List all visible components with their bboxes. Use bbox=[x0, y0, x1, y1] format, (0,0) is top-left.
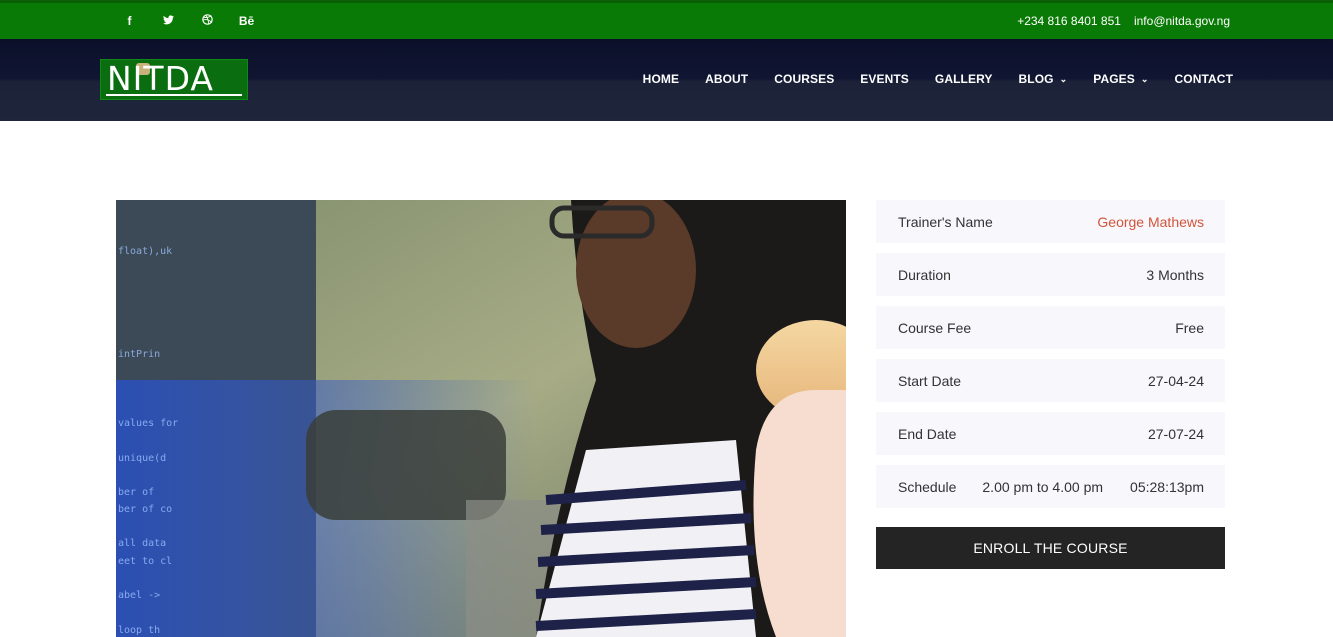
fee-value: Free bbox=[1175, 319, 1204, 336]
trainer-label: Trainer's Name bbox=[898, 213, 993, 230]
trainer-row: Trainer's Name George Mathews bbox=[876, 200, 1225, 243]
schedule-row: Schedule 2.00 pm to 4.00 pm 05:28:13pm bbox=[876, 465, 1225, 508]
nav-pages-label: PAGES bbox=[1093, 72, 1135, 86]
svg-text:ber of: ber of bbox=[118, 487, 154, 498]
nav-about[interactable]: ABOUT bbox=[705, 72, 748, 86]
main-nav: HOME ABOUT COURSES EVENTS GALLERY BLOG ⌄ … bbox=[617, 39, 1233, 119]
svg-text:all data: all data bbox=[118, 538, 166, 549]
end-date-label: End Date bbox=[898, 425, 957, 442]
course-photo-illustration: float),uk intPrin values for unique(d be… bbox=[116, 200, 846, 637]
nav-home-label: HOME bbox=[642, 72, 680, 86]
nav-blog-label: BLOG bbox=[1018, 72, 1054, 86]
svg-text:unique(d: unique(d bbox=[118, 453, 166, 464]
end-date-row: End Date 27-07-24 bbox=[876, 412, 1225, 455]
schedule-label: Schedule bbox=[898, 478, 957, 495]
svg-text:ber of co: ber of co bbox=[118, 504, 172, 515]
start-date-label: Start Date bbox=[898, 372, 962, 389]
dribbble-icon[interactable] bbox=[188, 14, 227, 28]
nitda-logo[interactable]: NITDA bbox=[100, 59, 248, 100]
nav-events-label: EVENTS bbox=[860, 72, 909, 86]
nav-gallery-label: GALLERY bbox=[934, 72, 993, 86]
duration-label: Duration bbox=[898, 266, 951, 283]
site-header: NITDA HOME ABOUT COURSES EVENTS GALLERY … bbox=[0, 39, 1333, 121]
nav-events[interactable]: EVENTS bbox=[860, 72, 909, 86]
nav-pages[interactable]: PAGES ⌄ bbox=[1093, 72, 1148, 86]
contact-info: +234 816 8401 851 info@nitda.gov.ng bbox=[1017, 3, 1230, 39]
svg-text:eet to cl: eet to cl bbox=[118, 556, 172, 567]
chevron-down-icon: ⌄ bbox=[1140, 73, 1149, 84]
chevron-down-icon: ⌄ bbox=[1059, 73, 1068, 84]
end-date-value: 27-07-24 bbox=[1147, 425, 1204, 442]
twitter-icon[interactable] bbox=[149, 14, 188, 28]
nav-home[interactable]: HOME bbox=[643, 72, 679, 86]
duration-row: Duration 3 Months bbox=[876, 253, 1225, 296]
trainer-name[interactable]: George Mathews bbox=[1097, 214, 1204, 230]
nav-contact[interactable]: CONTACT bbox=[1175, 72, 1233, 86]
course-photo: float),uk intPrin values for unique(d be… bbox=[116, 200, 846, 637]
start-date-row: Start Date 27-04-24 bbox=[876, 359, 1225, 402]
duration-value: 3 Months bbox=[1146, 266, 1204, 283]
schedule-time: 2.00 pm to 4.00 pm bbox=[982, 478, 1104, 495]
course-details: Trainer's Name George Mathews Duration 3… bbox=[876, 200, 1225, 518]
svg-text:loop th: loop th bbox=[118, 625, 160, 636]
schedule-clock: 05:28:13pm bbox=[1130, 478, 1204, 495]
behance-icon[interactable]: Bē bbox=[227, 14, 266, 28]
phone-number[interactable]: +234 816 8401 851 bbox=[1017, 14, 1121, 28]
fee-row: Course Fee Free bbox=[876, 306, 1225, 349]
svg-text:float),uk: float),uk bbox=[118, 246, 172, 257]
email-address[interactable]: info@nitda.gov.ng bbox=[1134, 14, 1230, 28]
fee-label: Course Fee bbox=[898, 319, 972, 336]
logo-text: NITDA bbox=[107, 59, 214, 98]
svg-text:values for: values for bbox=[118, 418, 178, 429]
social-links: f Bē bbox=[110, 3, 266, 39]
svg-text:abel ->: abel -> bbox=[118, 590, 160, 601]
nav-courses[interactable]: COURSES bbox=[774, 72, 834, 86]
nav-contact-label: CONTACT bbox=[1174, 72, 1233, 86]
nav-blog[interactable]: BLOG ⌄ bbox=[1019, 72, 1068, 86]
nav-gallery[interactable]: GALLERY bbox=[935, 72, 993, 86]
nav-about-label: ABOUT bbox=[705, 72, 749, 86]
facebook-icon[interactable]: f bbox=[110, 14, 149, 28]
nav-courses-label: COURSES bbox=[774, 72, 835, 86]
enroll-button[interactable]: ENROLL THE COURSE bbox=[876, 527, 1225, 569]
logo-underline bbox=[106, 94, 242, 96]
svg-text:intPrin: intPrin bbox=[118, 349, 160, 360]
top-bar: f Bē +234 816 8401 851 info@nitda.gov.ng bbox=[0, 0, 1333, 39]
start-date-value: 27-04-24 bbox=[1147, 372, 1204, 389]
